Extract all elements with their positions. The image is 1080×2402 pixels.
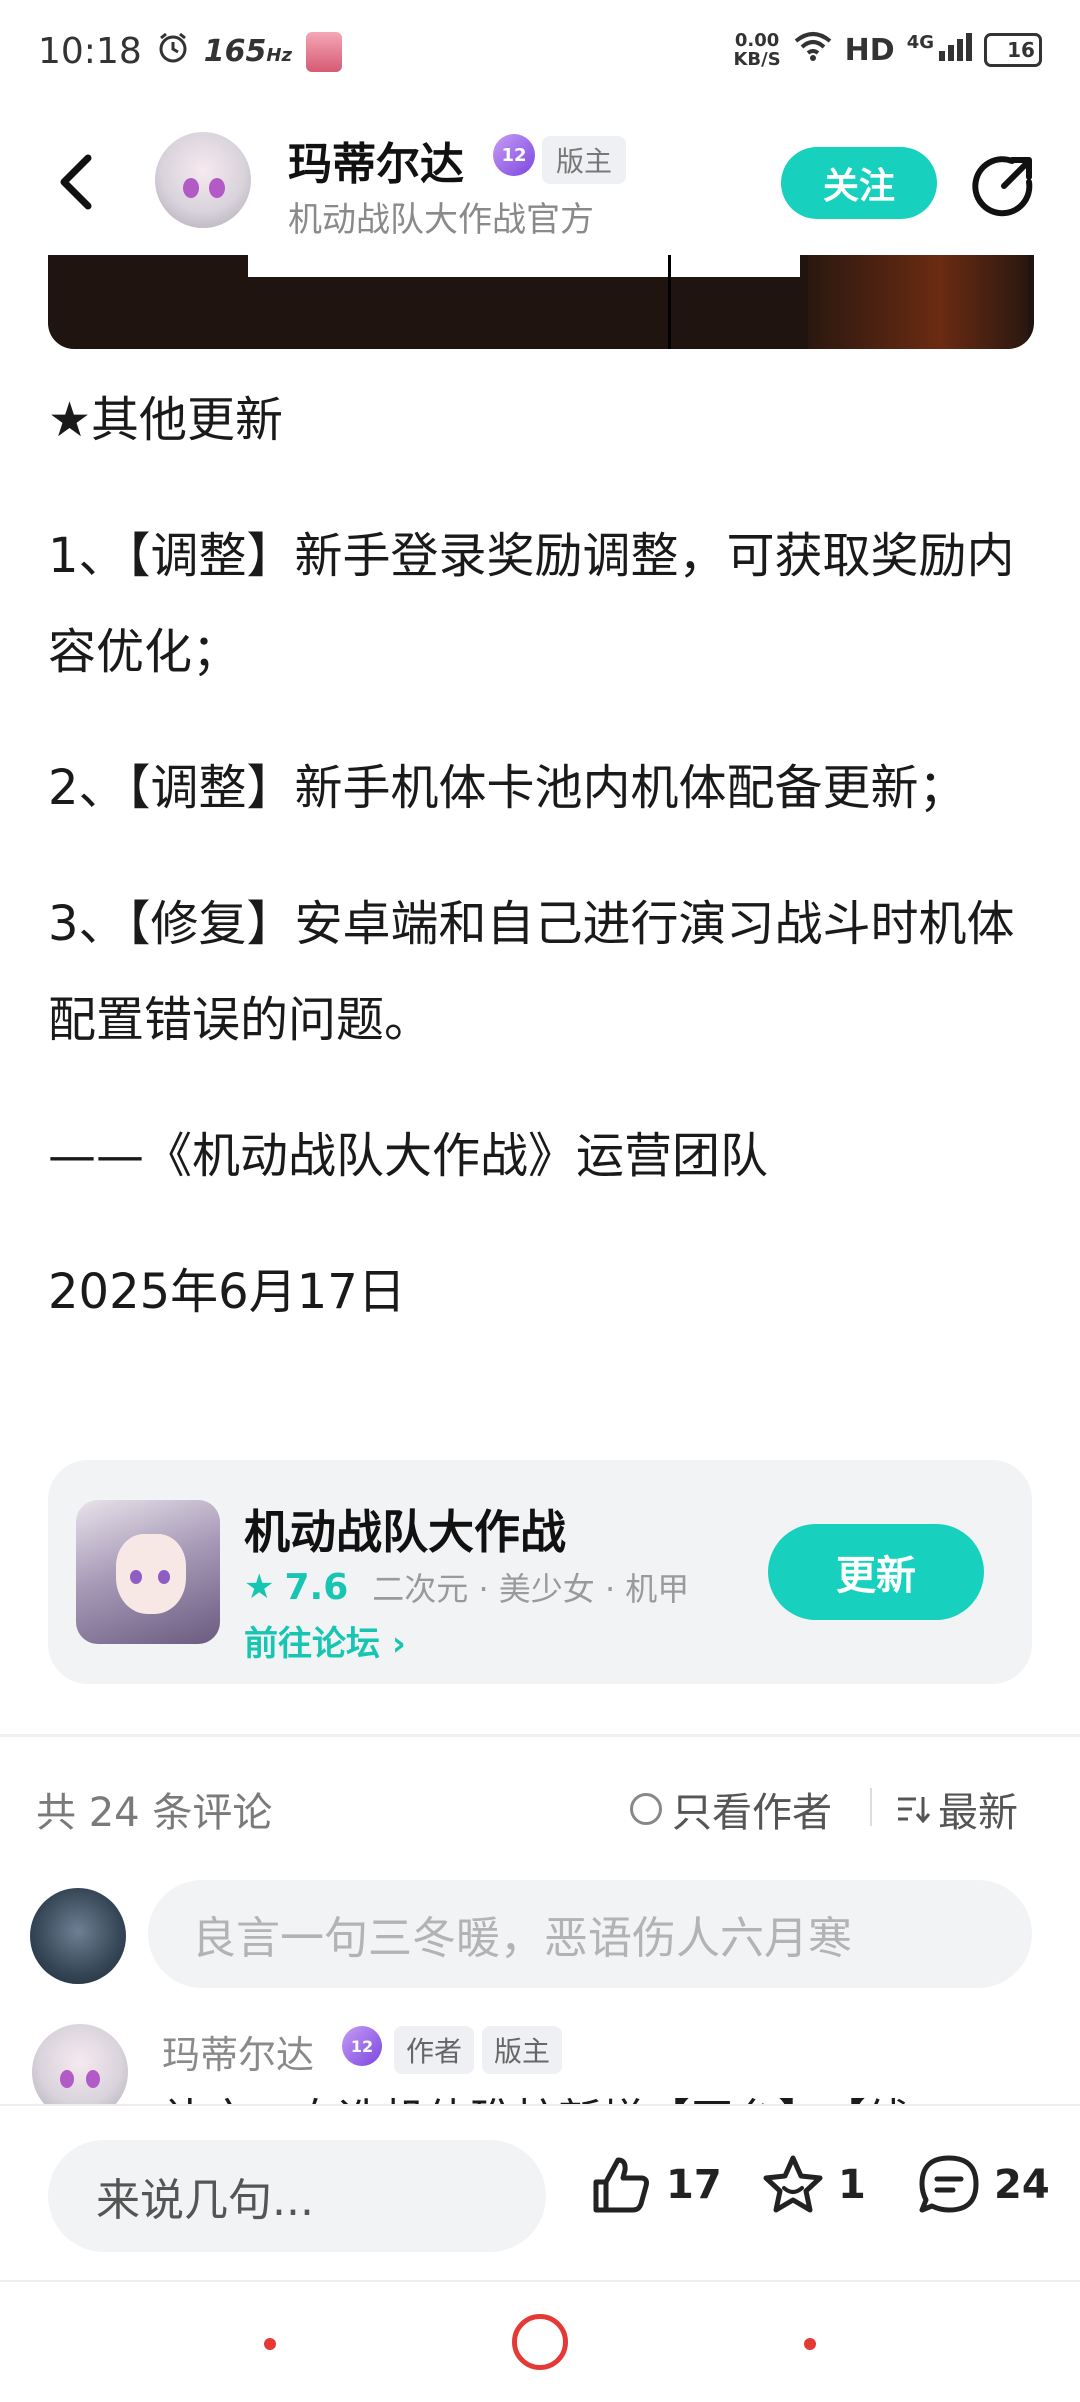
game-icon-art	[116, 1534, 186, 1614]
favorite-count: 1	[838, 2162, 866, 2208]
share-icon	[972, 156, 1033, 217]
game-card[interactable]: 机动战队大作战 ★ 7.6 二次元 · 美少女 · 机甲 前往论坛 › 更新	[48, 1460, 1032, 1684]
section-title: ★其他更新	[48, 392, 284, 448]
avatar-eye	[60, 2070, 74, 2088]
game-tags: 二次元 · 美少女 · 机甲	[372, 1570, 690, 1608]
rating-score: 7.6	[284, 1566, 349, 1608]
refresh-rate-value: 165	[203, 34, 267, 69]
hd-indicator: HD	[844, 32, 895, 68]
radio-icon	[630, 1793, 662, 1825]
divider	[870, 1788, 872, 1826]
comments-button[interactable]: 24	[916, 2152, 1050, 2218]
nav-menu-button[interactable]	[264, 2338, 276, 2350]
comment-icon	[919, 2155, 979, 2213]
back-button[interactable]	[52, 152, 102, 212]
net-speed: 0.00 KB/S	[733, 31, 780, 69]
user-avatar[interactable]	[30, 1888, 126, 1984]
game-icon[interactable]	[76, 1500, 220, 1644]
like-count: 17	[666, 2162, 722, 2208]
system-nav-bar	[0, 2280, 1080, 2402]
comment-count: 共 24 条评论	[36, 1790, 273, 1836]
moderator-tag: 版主	[482, 2026, 563, 2074]
game-icon-art	[158, 1570, 170, 1584]
bottom-action-bar: 来说几句... 17 1 24	[0, 2104, 1080, 2280]
back-arrow-icon	[60, 154, 92, 210]
nav-home-button[interactable]	[512, 2314, 568, 2370]
sort-label: 最新	[938, 1790, 1018, 1836]
banner-graphic	[668, 255, 671, 349]
wifi-icon	[793, 30, 833, 70]
follow-button[interactable]: 关注	[781, 147, 937, 219]
post-header: 玛蒂尔达 12 版主 机动战队大作战官方 关注	[0, 110, 1080, 255]
like-icon	[593, 2157, 649, 2213]
sort-button[interactable]: 最新	[896, 1780, 1018, 1838]
forum-link[interactable]: 前往论坛 ›	[244, 1616, 406, 1665]
status-bar: 10:18 165Hz 0.00 KB/S HD 4G 16	[0, 0, 1080, 110]
net-speed-value: 0.00	[734, 30, 780, 51]
refresh-rate: 165Hz	[204, 34, 292, 69]
notification-app-icon	[305, 31, 342, 72]
avatar-eye	[209, 178, 225, 198]
author-tag: 作者	[394, 2026, 475, 2074]
update-item: 2、【调整】新手机体卡池内机体配备更新；	[48, 760, 967, 816]
banner-graphic	[808, 255, 1028, 349]
star-icon: ★	[244, 1567, 275, 1607]
game-icon-art	[130, 1570, 142, 1584]
nav-back-button[interactable]	[804, 2338, 816, 2350]
author-avatar[interactable]	[155, 132, 251, 228]
status-left: 10:18 165Hz	[38, 30, 342, 73]
author-only-label: 只看作者	[672, 1790, 832, 1836]
refresh-rate-unit: Hz	[266, 45, 292, 66]
like-button[interactable]: 17	[588, 2152, 722, 2218]
net-speed-unit: KB/S	[733, 49, 781, 70]
post-banner-image[interactable]	[48, 255, 1034, 349]
battery-icon: 16	[984, 33, 1042, 67]
author-only-toggle[interactable]: 只看作者	[630, 1780, 832, 1838]
alarm-icon	[156, 30, 190, 73]
comments-toolbar: 共 24 条评论 只看作者 最新	[0, 1770, 1080, 1840]
post-body: ★其他更新 1、【调整】新手登录奖励调整，可获取奖励内容优化； 2、【调整】新手…	[48, 372, 1038, 1380]
favorite-icon	[763, 2155, 823, 2213]
level-badge: 12	[342, 2026, 382, 2066]
avatar-eye	[86, 2070, 100, 2088]
signature: ——《机动战队大作战》运营团队	[48, 1128, 769, 1184]
avatar-eye	[183, 178, 199, 198]
comment-input[interactable]: 良言一句三冬暖，恶语伤人六月寒	[148, 1880, 1032, 1988]
author-name[interactable]: 玛蒂尔达	[288, 128, 464, 192]
game-rating: ★ 7.6 二次元 · 美少女 · 机甲	[244, 1564, 689, 1610]
moderator-tag: 版主	[542, 136, 627, 184]
commenter-name[interactable]: 玛蒂尔达	[162, 2024, 314, 2079]
status-right: 0.00 KB/S HD 4G 16	[733, 30, 1042, 70]
network-type: 4G	[906, 31, 934, 53]
signal-icon	[938, 31, 972, 69]
battery-level: 16	[1007, 38, 1035, 62]
banner-graphic	[248, 255, 800, 277]
favorite-button[interactable]: 1	[760, 2152, 866, 2218]
update-item: 3、【修复】安卓端和自己进行演习战斗时机体配置错误的问题。	[48, 896, 1015, 1048]
level-badge: 12	[493, 134, 535, 176]
reply-input[interactable]: 来说几句...	[48, 2140, 546, 2252]
update-button[interactable]: 更新	[768, 1524, 984, 1620]
section-divider	[0, 1734, 1080, 1737]
comment-count-action: 24	[994, 2162, 1050, 2208]
game-title: 机动战队大作战	[244, 1505, 566, 1559]
post-date: 2025年6月17日	[48, 1264, 406, 1320]
author-subtitle: 机动战队大作战官方	[288, 200, 594, 240]
status-time: 10:18	[38, 31, 142, 72]
share-button[interactable]	[972, 154, 1036, 218]
sort-icon	[898, 1797, 930, 1824]
update-item: 1、【调整】新手登录奖励调整，可获取奖励内容优化；	[48, 528, 1015, 680]
